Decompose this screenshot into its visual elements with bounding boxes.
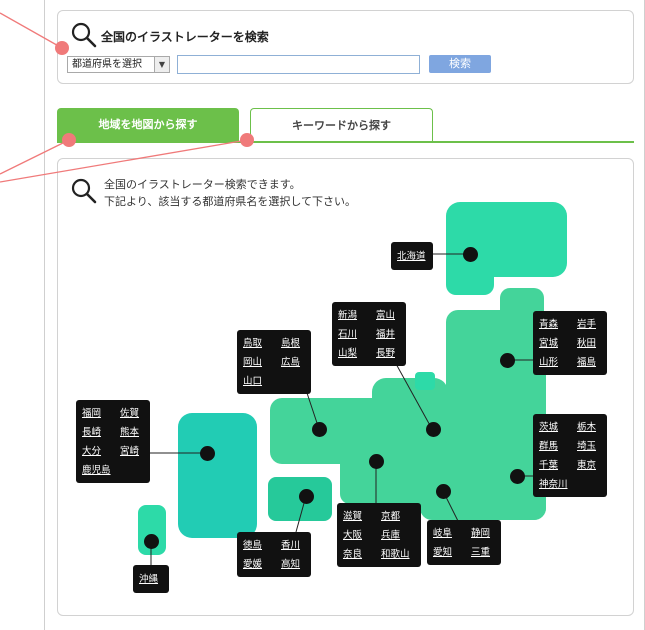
pref-link-miyagi[interactable]: 宮城 — [539, 335, 563, 354]
pref-link-aichi[interactable]: 愛知 — [433, 544, 457, 563]
pref-link-tochigi[interactable]: 栃木 — [577, 419, 601, 438]
pref-link-gifu[interactable]: 岐阜 — [433, 525, 457, 544]
pref-link-ehime[interactable]: 愛媛 — [243, 556, 267, 575]
region-label-kanto: 茨城 栃木 群馬 埼玉 千葉 東京 神奈川 — [533, 414, 607, 497]
pref-link-hyogo[interactable]: 兵庫 — [381, 527, 405, 546]
pref-link-tokushima[interactable]: 徳島 — [243, 537, 267, 556]
pref-link-nagasaki[interactable]: 長崎 — [82, 424, 106, 443]
region-label-tohoku: 青森 岩手 宮城 秋田 山形 福島 — [533, 311, 607, 375]
pref-link-kumamoto[interactable]: 熊本 — [120, 424, 144, 443]
pref-link-fukui[interactable]: 福井 — [376, 326, 400, 345]
pref-link-shiga[interactable]: 滋賀 — [343, 508, 367, 527]
annotation-marker — [62, 133, 76, 147]
pref-link-toyama[interactable]: 富山 — [376, 307, 400, 326]
pref-link-shimane[interactable]: 島根 — [281, 335, 305, 354]
pref-link-nagano[interactable]: 長野 — [376, 345, 400, 364]
pref-link-hiroshima[interactable]: 広島 — [281, 354, 305, 373]
pref-link-hokkaido[interactable]: 北海道 — [397, 248, 427, 267]
pref-link-ishikawa[interactable]: 石川 — [338, 326, 362, 345]
pref-link-kochi[interactable]: 高知 — [281, 556, 305, 575]
annotation-marker — [240, 133, 254, 147]
pref-link-okayama[interactable]: 岡山 — [243, 354, 267, 373]
hokkaido-marker — [463, 247, 478, 262]
region-label-kinki: 滋賀 京都 大阪 兵庫 奈良 和歌山 — [337, 503, 421, 567]
region-label-tokai: 岐阜 静岡 愛知 三重 — [427, 520, 501, 565]
region-label-hokkaido: 北海道 — [391, 242, 433, 270]
pref-link-wakayama[interactable]: 和歌山 — [381, 546, 415, 565]
chubu-marker — [426, 422, 441, 437]
pref-link-yamagata[interactable]: 山形 — [539, 354, 563, 373]
pref-link-chiba[interactable]: 千葉 — [539, 457, 563, 476]
pref-link-fukushima[interactable]: 福島 — [577, 354, 601, 373]
kinki-marker — [369, 454, 384, 469]
okinawa-marker — [144, 534, 159, 549]
shikoku-marker — [299, 489, 314, 504]
pref-link-niigata[interactable]: 新潟 — [338, 307, 362, 326]
region-label-kyushu: 福岡 佐賀 長崎 熊本 大分 宮崎 鹿児島 — [76, 400, 150, 483]
pref-link-saitama[interactable]: 埼玉 — [577, 438, 601, 457]
tokai-marker — [436, 484, 451, 499]
pref-link-kagoshima[interactable]: 鹿児島 — [82, 462, 116, 481]
region-label-shikoku: 徳島 香川 愛媛 高知 — [237, 532, 311, 577]
pref-link-gunma[interactable]: 群馬 — [539, 438, 563, 457]
chugoku-marker — [312, 422, 327, 437]
pref-link-iwate[interactable]: 岩手 — [577, 316, 601, 335]
pref-link-kagawa[interactable]: 香川 — [281, 537, 305, 556]
tohoku-marker — [500, 353, 515, 368]
pref-link-mie[interactable]: 三重 — [471, 544, 495, 563]
kanto-marker — [510, 469, 525, 484]
pref-link-ibaraki[interactable]: 茨城 — [539, 419, 563, 438]
region-label-chugoku: 鳥取 島根 岡山 広島 山口 — [237, 330, 311, 394]
pref-link-akita[interactable]: 秋田 — [577, 335, 601, 354]
region-label-okinawa: 沖縄 — [133, 565, 169, 593]
pref-link-kyoto[interactable]: 京都 — [381, 508, 405, 527]
pref-link-kanagawa[interactable]: 神奈川 — [539, 476, 573, 495]
pref-link-aomori[interactable]: 青森 — [539, 316, 563, 335]
region-label-chubu: 新潟 富山 石川 福井 山梨 長野 — [332, 302, 406, 366]
pref-link-fukuoka[interactable]: 福岡 — [82, 405, 106, 424]
pref-link-osaka[interactable]: 大阪 — [343, 527, 367, 546]
pref-link-yamaguchi[interactable]: 山口 — [243, 373, 267, 392]
kyushu-marker — [200, 446, 215, 461]
pref-link-saga[interactable]: 佐賀 — [120, 405, 144, 424]
pref-link-shizuoka[interactable]: 静岡 — [471, 525, 495, 544]
annotation-marker — [55, 41, 69, 55]
pref-link-nara[interactable]: 奈良 — [343, 546, 367, 565]
pref-link-miyazaki[interactable]: 宮崎 — [120, 443, 144, 462]
pref-link-tokyo[interactable]: 東京 — [577, 457, 601, 476]
pref-link-okinawa[interactable]: 沖縄 — [139, 571, 163, 590]
pref-link-yamanashi[interactable]: 山梨 — [338, 345, 362, 364]
pref-link-oita[interactable]: 大分 — [82, 443, 106, 462]
pref-link-tottori[interactable]: 鳥取 — [243, 335, 267, 354]
